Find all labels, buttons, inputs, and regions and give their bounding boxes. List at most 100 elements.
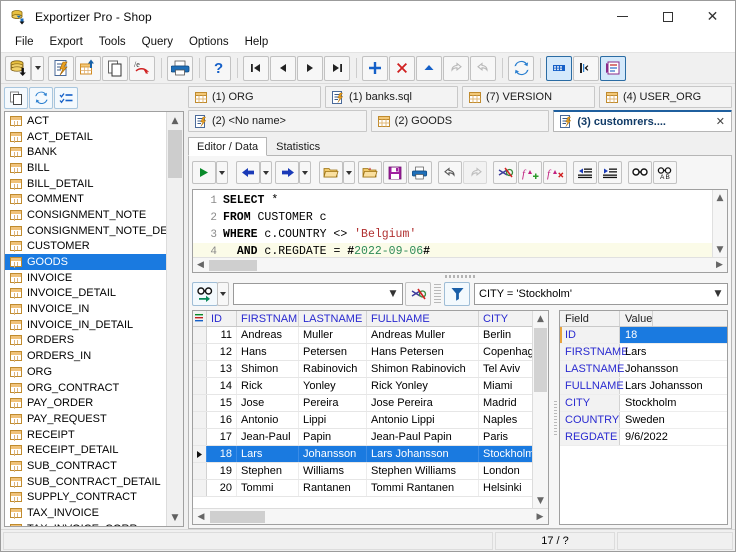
table-cell[interactable]: Williams: [299, 463, 367, 479]
tree-item-orders[interactable]: ORDERS: [5, 333, 166, 349]
table-cell[interactable]: 20: [207, 480, 237, 496]
tree-item-receipt_detail[interactable]: RECEIPT_DETAIL: [5, 442, 166, 458]
data-grid-hscrollbar[interactable]: ◀ ▶: [193, 508, 548, 524]
field-value-row[interactable]: FULLNAMELars Johansson: [560, 378, 727, 395]
chevron-down-icon[interactable]: ▼: [386, 289, 400, 299]
table-cell[interactable]: Andreas Muller: [367, 327, 479, 343]
next-record-button[interactable]: [297, 56, 323, 81]
grid-scroll-down-icon[interactable]: ▼: [533, 493, 548, 508]
tree-item-bank[interactable]: BANK: [5, 144, 166, 160]
table-cell[interactable]: Madrid: [479, 395, 532, 411]
outdent-button[interactable]: [573, 161, 597, 184]
table-row[interactable]: 15JosePereiraJose PereiraMadridSpain: [193, 395, 532, 412]
table-cell[interactable]: Jean-Paul: [237, 429, 299, 445]
table-cell[interactable]: 17: [207, 429, 237, 445]
tree-item-consignment_note[interactable]: CONSIGNMENT_NOTE: [5, 207, 166, 223]
add-parameter-button[interactable]: f: [518, 161, 542, 184]
object-tree-scrollbar[interactable]: ▲ ▼: [166, 112, 183, 526]
card-view-button[interactable]: [573, 56, 599, 81]
table-row[interactable]: 13ShimonRabinovichShimon RabinovichTel A…: [193, 361, 532, 378]
table-cell[interactable]: Petersen: [299, 344, 367, 360]
filter-button[interactable]: [444, 282, 470, 306]
table-cell[interactable]: Copenhagen: [479, 344, 532, 360]
table-cell[interactable]: 15: [207, 395, 237, 411]
field-value[interactable]: 9/6/2022: [620, 429, 727, 445]
document-tab[interactable]: (7) VERSION: [462, 86, 595, 108]
tree-item-bill[interactable]: BILL: [5, 160, 166, 176]
cancel-edit-button[interactable]: [470, 56, 496, 81]
execute-query-button[interactable]: [192, 161, 216, 184]
field-value[interactable]: Sweden: [620, 412, 727, 428]
table-cell[interactable]: 16: [207, 412, 237, 428]
edit-record-button[interactable]: [416, 56, 442, 81]
scrollbar-thumb[interactable]: [168, 130, 182, 178]
tree-item-goods[interactable]: GOODS: [5, 254, 166, 270]
refresh-button[interactable]: [508, 56, 534, 81]
field-value-row[interactable]: COUNTRYSweden: [560, 412, 727, 429]
table-cell[interactable]: Antonio: [237, 412, 299, 428]
table-cell[interactable]: Jose Pereira: [367, 395, 479, 411]
filter-separator-handle[interactable]: [434, 284, 441, 304]
clear-editor-button[interactable]: [493, 161, 517, 184]
grid-scroll-left-icon[interactable]: ◀: [193, 509, 209, 525]
insert-record-button[interactable]: [362, 56, 388, 81]
table-cell[interactable]: Muller: [299, 327, 367, 343]
table-row[interactable]: 16AntonioLippiAntonio LippiNaplesItaly: [193, 412, 532, 429]
sql-hscroll-thumb[interactable]: [209, 260, 257, 271]
sql-scroll-up-icon[interactable]: ▲: [713, 190, 727, 205]
table-cell[interactable]: Pereira: [299, 395, 367, 411]
next-query-button[interactable]: [275, 161, 299, 184]
sidebar-copy-button[interactable]: [4, 87, 28, 109]
tree-item-pay_request[interactable]: PAY_REQUEST: [5, 411, 166, 427]
search-input[interactable]: ▼: [233, 283, 403, 305]
table-cell[interactable]: Berlin: [479, 327, 532, 343]
table-cell[interactable]: Shimon: [237, 361, 299, 377]
tree-item-orders_in[interactable]: ORDERS_IN: [5, 348, 166, 364]
document-tab[interactable]: (4) USER_ORG: [599, 86, 732, 108]
column-header-city[interactable]: CITY: [479, 311, 532, 326]
table-cell[interactable]: Tommi Rantanen: [367, 480, 479, 496]
table-cell[interactable]: 13: [207, 361, 237, 377]
tab-statistics[interactable]: Statistics: [267, 137, 329, 156]
sql-editor-text[interactable]: 1SELECT *2FROM CUSTOMER c3WHERE c.COUNTR…: [193, 190, 712, 257]
minimize-button[interactable]: [600, 1, 645, 32]
table-cell[interactable]: Hans Petersen: [367, 344, 479, 360]
find-next-button[interactable]: [192, 282, 218, 306]
execute-dropdown[interactable]: [216, 161, 228, 184]
clear-search-button[interactable]: [405, 282, 431, 306]
table-cell[interactable]: London: [479, 463, 532, 479]
table-row[interactable]: 19StephenWilliamsStephen WilliamsLondonU…: [193, 463, 532, 480]
grid-scroll-up-icon[interactable]: ▲: [533, 311, 548, 326]
table-cell[interactable]: Jose: [237, 395, 299, 411]
close-button[interactable]: ✕: [690, 1, 735, 32]
column-header-firstname[interactable]: FIRSTNAME: [237, 311, 299, 326]
table-cell[interactable]: Hans: [237, 344, 299, 360]
grid-vscroll-thumb[interactable]: [534, 328, 547, 392]
field-value-row[interactable]: FIRSTNAMELars: [560, 344, 727, 361]
menu-help[interactable]: Help: [237, 34, 277, 50]
document-tab[interactable]: (1) banks.sql: [325, 86, 458, 108]
field-pane-splitter[interactable]: [552, 310, 559, 525]
sidebar-refresh-button[interactable]: [29, 87, 53, 109]
undo-button[interactable]: [438, 161, 462, 184]
redo-button[interactable]: [463, 161, 487, 184]
tree-item-sub_contract_detail[interactable]: SUB_CONTRACT_DETAIL: [5, 474, 166, 490]
menu-options[interactable]: Options: [181, 34, 237, 50]
replace-button[interactable]: A B: [653, 161, 677, 184]
open-recent-button[interactable]: [358, 161, 382, 184]
chevron-down-icon[interactable]: ▼: [711, 289, 725, 299]
table-cell[interactable]: Tel Aviv: [479, 361, 532, 377]
table-cell[interactable]: Johansson: [299, 446, 367, 462]
delete-record-button[interactable]: [389, 56, 415, 81]
indent-button[interactable]: [598, 161, 622, 184]
sql-editor-vscrollbar[interactable]: ▲ ▼: [712, 190, 727, 257]
sql-scroll-right-icon[interactable]: ▶: [712, 258, 727, 273]
scroll-up-icon[interactable]: ▲: [167, 112, 183, 129]
table-row[interactable]: 12HansPetersenHans PetersenCopenhagenDen…: [193, 344, 532, 361]
table-cell[interactable]: Lars: [237, 446, 299, 462]
field-value-table[interactable]: Field Value ID18FIRSTNAMELarsLASTNAMEJoh…: [559, 310, 728, 525]
tree-item-act[interactable]: ACT: [5, 113, 166, 129]
table-cell[interactable]: Rick Yonley: [367, 378, 479, 394]
table-cell[interactable]: Stephen: [237, 463, 299, 479]
data-grid[interactable]: IDFIRSTNAMELASTNAMEFULLNAMECITYCOUNTRY 1…: [192, 310, 549, 525]
